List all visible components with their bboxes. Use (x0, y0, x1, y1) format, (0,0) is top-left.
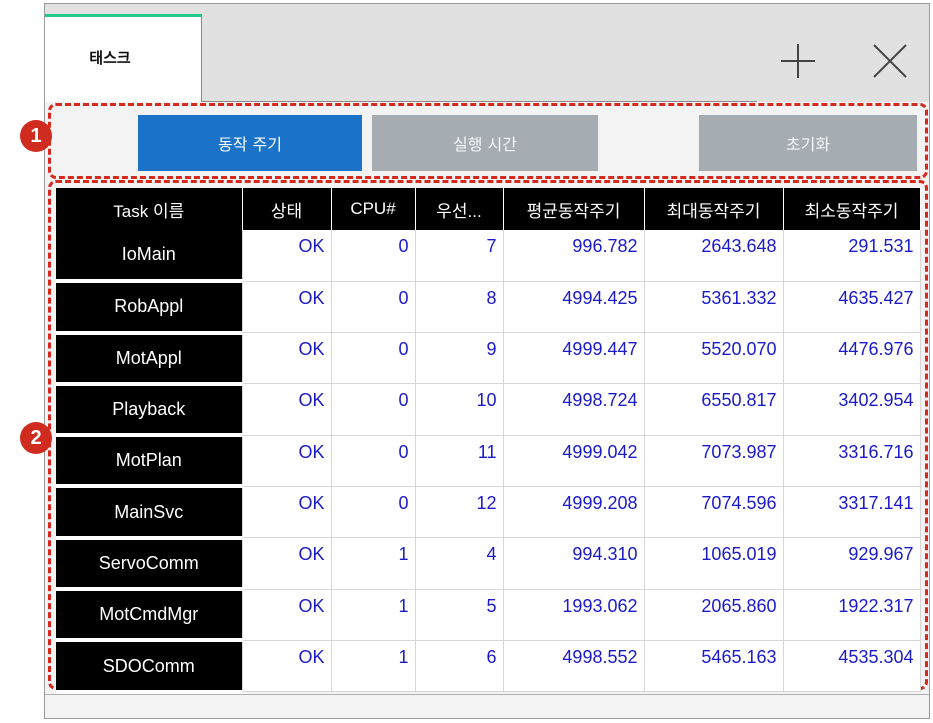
tab-divider (202, 101, 757, 102)
avg-cycle-cell: 994.310 (503, 537, 645, 590)
task-name-cell: MotPlan (56, 435, 243, 489)
task-name-cell: SDOComm (56, 640, 243, 694)
avg-cycle-cell: 1993.062 (503, 589, 645, 641)
status-cell: OK (242, 435, 332, 487)
table-row[interactable]: Playback OK 0 10 4998.724 6550.817 3402.954 (56, 383, 921, 438)
status-cell: OK (242, 589, 332, 641)
tab-label: 태스크 (89, 49, 131, 67)
table-row[interactable]: SDOComm OK 1 6 4998.552 5465.163 4535.304 (56, 640, 921, 694)
priority-cell: 7 (415, 230, 504, 282)
max-cycle-cell: 2643.648 (644, 230, 784, 282)
button-region-highlight (48, 103, 928, 179)
avg-cycle-cell: 996.782 (503, 230, 645, 282)
status-divider (45, 694, 929, 695)
cpu-cell: 0 (331, 383, 416, 436)
callout-badge-2: 2 (20, 422, 52, 454)
avg-cycle-cell: 4999.208 (503, 486, 645, 539)
max-cycle-cell: 7073.987 (644, 435, 784, 487)
title-bar: 태스크 (45, 4, 929, 102)
avg-cycle-cell: 4998.724 (503, 383, 645, 436)
status-cell: OK (242, 230, 332, 282)
task-name-cell: MotAppl (56, 332, 243, 386)
cpu-cell: 0 (331, 486, 416, 539)
min-cycle-cell: 929.967 (783, 537, 921, 590)
tab-task[interactable]: 태스크 (45, 14, 202, 102)
max-cycle-cell: 2065.860 (644, 589, 784, 641)
min-cycle-cell: 1922.317 (783, 589, 921, 641)
task-table: Task 이름 상태 CPU# 우선... 평균동작주기 최대동작주기 최소동작… (56, 188, 921, 694)
priority-cell: 10 (415, 383, 504, 436)
table-row[interactable]: MotPlan OK 0 11 4999.042 7073.987 3316.716 (56, 435, 921, 489)
avg-cycle-cell: 4998.552 (503, 640, 645, 693)
max-cycle-cell: 6550.817 (644, 383, 784, 436)
col-header-task-name[interactable]: Task 이름 (56, 188, 243, 230)
min-cycle-cell: 4535.304 (783, 640, 921, 693)
avg-cycle-cell: 4999.042 (503, 435, 645, 487)
min-cycle-cell: 3316.716 (783, 435, 921, 487)
add-tab-button[interactable] (775, 38, 821, 84)
avg-cycle-cell: 4999.447 (503, 332, 645, 385)
col-header-max-cycle[interactable]: 최대동작주기 (644, 188, 784, 230)
col-header-cpu[interactable]: CPU# (331, 188, 416, 230)
cpu-cell: 1 (331, 589, 416, 641)
task-name-cell: RobAppl (56, 281, 243, 335)
table-row[interactable]: IoMain OK 0 7 996.782 2643.648 291.531 (56, 230, 921, 284)
close-button[interactable] (867, 38, 913, 84)
min-cycle-cell: 3317.141 (783, 486, 921, 539)
min-cycle-cell: 4635.427 (783, 281, 921, 334)
task-name-cell: Playback (56, 383, 243, 438)
cpu-cell: 1 (331, 537, 416, 590)
avg-cycle-cell: 4994.425 (503, 281, 645, 334)
col-header-status[interactable]: 상태 (242, 188, 332, 230)
min-cycle-cell: 3402.954 (783, 383, 921, 436)
priority-cell: 4 (415, 537, 504, 590)
status-cell: OK (242, 281, 332, 334)
min-cycle-cell: 4476.976 (783, 332, 921, 385)
status-cell: OK (242, 332, 332, 385)
status-cell: OK (242, 383, 332, 436)
table-row[interactable]: MotAppl OK 0 9 4999.447 5520.070 4476.976 (56, 332, 921, 386)
cpu-cell: 0 (331, 435, 416, 487)
col-header-min-cycle[interactable]: 최소동작주기 (783, 188, 921, 230)
task-name-cell: IoMain (56, 230, 243, 284)
cpu-cell: 0 (331, 281, 416, 334)
task-name-cell: ServoComm (56, 537, 243, 592)
max-cycle-cell: 5465.163 (644, 640, 784, 693)
priority-cell: 5 (415, 589, 504, 641)
max-cycle-cell: 5361.332 (644, 281, 784, 334)
cpu-cell: 1 (331, 640, 416, 693)
table-row[interactable]: MainSvc OK 0 12 4999.208 7074.596 3317.141 (56, 486, 921, 540)
priority-cell: 12 (415, 486, 504, 539)
plus-icon (781, 44, 815, 78)
table-header: Task 이름 상태 CPU# 우선... 평균동작주기 최대동작주기 최소동작… (56, 188, 921, 230)
col-header-avg-cycle[interactable]: 평균동작주기 (503, 188, 645, 230)
max-cycle-cell: 5520.070 (644, 332, 784, 385)
status-cell: OK (242, 640, 332, 693)
priority-cell: 6 (415, 640, 504, 693)
cpu-cell: 0 (331, 332, 416, 385)
cpu-cell: 0 (331, 230, 416, 282)
min-cycle-cell: 291.531 (783, 230, 921, 282)
col-header-priority[interactable]: 우선... (415, 188, 504, 230)
priority-cell: 11 (415, 435, 504, 487)
callout-badge-1: 1 (20, 120, 52, 152)
max-cycle-cell: 7074.596 (644, 486, 784, 539)
task-name-cell: MotCmdMgr (56, 589, 243, 643)
task-name-cell: MainSvc (56, 486, 243, 540)
priority-cell: 8 (415, 281, 504, 334)
table-row[interactable]: MotCmdMgr OK 1 5 1993.062 2065.860 1922.317 (56, 589, 921, 643)
table-row[interactable]: ServoComm OK 1 4 994.310 1065.019 929.967 (56, 537, 921, 592)
max-cycle-cell: 1065.019 (644, 537, 784, 590)
table-body: IoMain OK 0 7 996.782 2643.648 291.531 RobAppl O… (56, 230, 921, 694)
close-icon (873, 44, 907, 78)
status-cell: OK (242, 537, 332, 590)
table-row[interactable]: RobAppl OK 0 8 4994.425 5361.332 4635.427 (56, 281, 921, 335)
status-cell: OK (242, 486, 332, 539)
priority-cell: 9 (415, 332, 504, 385)
